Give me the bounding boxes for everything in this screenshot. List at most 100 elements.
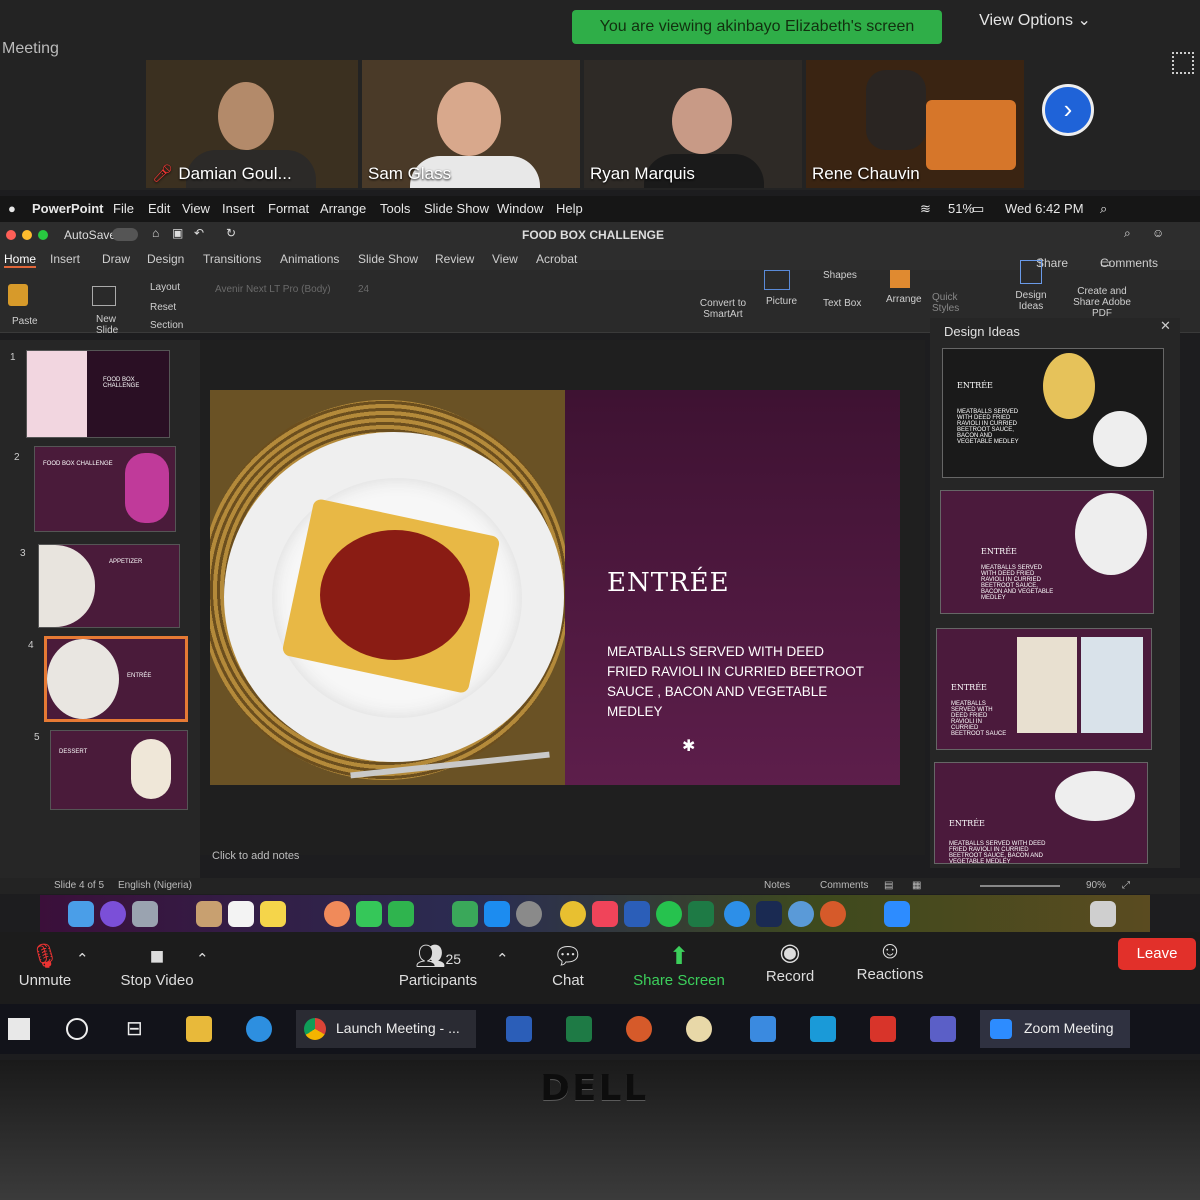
shapes-button[interactable]: Shapes (823, 270, 857, 281)
tab-transitions[interactable]: Transitions (203, 252, 261, 266)
close-icon[interactable]: ✕ (1160, 318, 1171, 334)
chat-button[interactable]: 💬︎ Chat (540, 942, 596, 989)
preview-icon[interactable] (788, 901, 814, 927)
calculator-icon[interactable] (750, 1016, 776, 1042)
facetime-icon[interactable] (388, 901, 414, 927)
video-options-chevron-icon[interactable]: ⌃ (196, 950, 209, 968)
participant-tile[interactable]: Sam Glass (362, 60, 580, 188)
quick-styles-button[interactable]: Quick Styles (932, 292, 962, 314)
contacts-icon[interactable] (196, 901, 222, 927)
siri-icon[interactable] (100, 901, 126, 927)
minimize-window-icon[interactable] (22, 230, 32, 240)
convert-smartart-button[interactable]: Convert to SmartArt (698, 298, 748, 320)
design-idea-card[interactable]: ENTRÉE MEATBALLS SERVED WITH DEED FRIED … (942, 348, 1164, 478)
font-family-select[interactable]: Avenir Next LT Pro (Body) (215, 284, 331, 295)
menu-help[interactable]: Help (556, 201, 583, 216)
slide-body[interactable]: MEATBALLS SERVED WITH DEED FRIED RAVIOLI… (607, 642, 867, 722)
slide-thumbnail[interactable]: DESSERT (50, 730, 188, 810)
tab-animations[interactable]: Animations (280, 252, 339, 266)
menu-view[interactable]: View (182, 201, 210, 216)
notes-placeholder[interactable]: Click to add notes (212, 850, 299, 862)
slide-thumbnail[interactable]: FOOD BOX CHALLENGE (26, 350, 170, 438)
photos-icon[interactable] (324, 901, 350, 927)
menu-insert[interactable]: Insert (222, 201, 255, 216)
text-box-button[interactable]: Text Box (823, 298, 861, 309)
acrobat-icon[interactable] (870, 1016, 896, 1042)
app-store-icon[interactable] (484, 901, 510, 927)
participants-button[interactable]: 👥︎25 Participants (392, 942, 484, 989)
create-share-pdf-button[interactable]: Create and Share Adobe PDF (1064, 286, 1140, 319)
excel-icon[interactable] (566, 1016, 592, 1042)
word-icon[interactable] (506, 1016, 532, 1042)
reset-button[interactable]: Reset (150, 302, 176, 313)
tab-insert[interactable]: Insert (50, 252, 80, 266)
slide-thumbnail[interactable]: FOOD BOX CHALLENGE (34, 446, 176, 532)
comments-status-button[interactable]: Comments (820, 880, 868, 891)
launchpad-icon[interactable] (132, 901, 158, 927)
unmute-button[interactable]: 🎙︎ Unmute (12, 942, 78, 989)
internet-explorer-icon[interactable] (246, 1016, 272, 1042)
menu-format[interactable]: Format (268, 201, 309, 216)
teams-icon[interactable] (930, 1016, 956, 1042)
font-size-select[interactable]: 24 (358, 284, 369, 295)
sorter-view-icon[interactable]: ▦ (912, 880, 921, 891)
windows-start-icon[interactable] (8, 1018, 30, 1040)
calendar-icon[interactable] (228, 901, 254, 927)
trash-icon[interactable] (1090, 901, 1116, 927)
tab-design[interactable]: Design (147, 252, 184, 266)
design-ideas-button[interactable]: Design Ideas (1014, 290, 1048, 312)
audio-options-chevron-icon[interactable]: ⌃ (76, 950, 89, 968)
leave-button[interactable]: Leave (1118, 938, 1196, 970)
wifi-icon[interactable]: ≋ (920, 201, 931, 217)
share-screen-button[interactable]: ⬆ Share Screen (628, 942, 730, 989)
paste-label[interactable]: Paste (12, 316, 38, 327)
menu-edit[interactable]: Edit (148, 201, 170, 216)
cortana-search-icon[interactable] (66, 1018, 88, 1040)
word-icon[interactable] (624, 901, 650, 927)
chrome-icon[interactable] (560, 901, 586, 927)
language-indicator[interactable]: English (Nigeria) (118, 880, 192, 891)
tab-slide-show[interactable]: Slide Show (358, 252, 418, 266)
tab-review[interactable]: Review (435, 252, 474, 266)
notes-button[interactable]: Notes (764, 880, 790, 891)
menu-file[interactable]: File (113, 201, 134, 216)
menu-arrange[interactable]: Arrange (320, 201, 366, 216)
tab-view[interactable]: View (492, 252, 518, 266)
participants-options-chevron-icon[interactable]: ⌃ (496, 950, 509, 968)
powerpoint-icon[interactable] (626, 1016, 652, 1042)
tab-home[interactable]: Home (4, 252, 37, 268)
grid-view-icon[interactable] (1172, 52, 1194, 74)
home-icon[interactable]: ⌂ (152, 226, 159, 240)
reactions-button[interactable]: ☺ Reactions (852, 936, 928, 983)
participant-tile[interactable]: Ryan Marquis (584, 60, 802, 188)
zoom-level[interactable]: 90% (1086, 880, 1106, 891)
search-icon[interactable]: ⌕ (1124, 226, 1131, 241)
design-idea-card[interactable]: ENTRÉE MEATBALLS SERVED WITH DEED FRIED … (940, 490, 1154, 614)
acrobat-icon[interactable] (756, 901, 782, 927)
whatsapp-icon[interactable] (656, 901, 682, 927)
slide-thumbnail-selected[interactable]: ENTRÉE (44, 636, 188, 722)
arrange-icon[interactable] (890, 270, 910, 288)
apple-icon[interactable]: ● (8, 201, 16, 216)
layout-button[interactable]: Layout (150, 282, 180, 293)
picture-icon[interactable] (764, 270, 790, 290)
zoom-slider[interactable] (980, 885, 1060, 887)
paint-icon[interactable] (686, 1016, 712, 1042)
participant-tile[interactable]: 🎤︎ Damian Goul... (146, 60, 358, 188)
powerpoint-icon[interactable] (820, 901, 846, 927)
next-page-button[interactable]: › (1042, 84, 1094, 136)
design-idea-card[interactable]: ENTRÉE MEATBALLS SERVED WITH DEED FRIED … (934, 762, 1148, 864)
fit-slide-icon[interactable]: ⤢ (1122, 880, 1130, 891)
excel-icon[interactable] (688, 901, 714, 927)
new-slide-label[interactable]: New Slide (96, 314, 126, 336)
redo-icon[interactable]: ↻ (226, 226, 236, 240)
stop-video-button[interactable]: ■ Stop Video (112, 942, 202, 989)
undo-icon[interactable]: ↶ (194, 226, 204, 240)
view-options-button[interactable]: View Options ⌄ (960, 6, 1110, 36)
clock[interactable]: Wed 6:42 PM (1005, 201, 1084, 216)
menu-window[interactable]: Window (497, 201, 543, 216)
arrange-label[interactable]: Arrange (886, 294, 922, 305)
system-preferences-icon[interactable] (516, 901, 542, 927)
tab-acrobat[interactable]: Acrobat (536, 252, 577, 266)
notes-app-icon[interactable] (260, 901, 286, 927)
